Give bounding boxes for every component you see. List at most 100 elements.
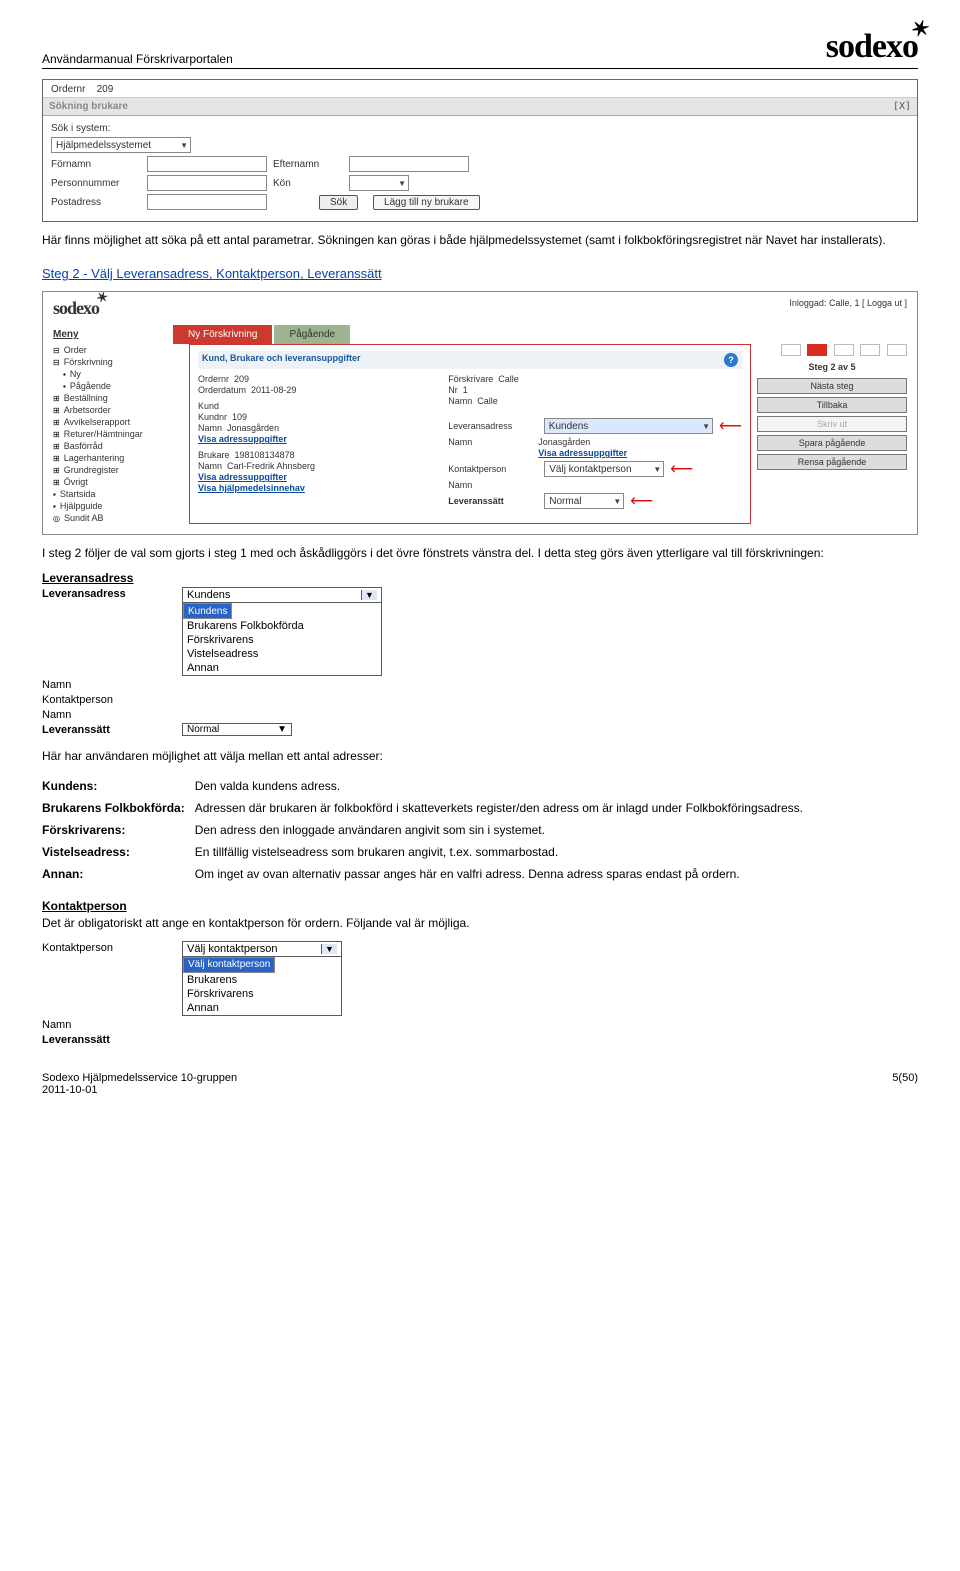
menu-arbetsorder[interactable]: Arbetsorder <box>53 404 183 416</box>
screenshot-search-brukare: Ordernr 209 Sökning brukare [X] Sök i sy… <box>42 79 918 222</box>
menu-returer[interactable]: Returer/Hämtningar <box>53 428 183 440</box>
menu-pagaende[interactable]: Pågående <box>63 380 183 392</box>
menu-sundit[interactable]: Sundit AB <box>53 512 183 524</box>
menu-basforrad[interactable]: Basförråd <box>53 440 183 452</box>
mini-logo: sodexo✶ <box>53 298 99 319</box>
def-val: Om inget av ovan alternativ passar anges… <box>195 863 813 885</box>
tab-ny-forskrivning[interactable]: Ny Förskrivning <box>173 325 272 344</box>
dd1-namn-label: Namn <box>42 678 182 691</box>
skriv-ut-button[interactable]: Skriv ut <box>757 416 907 432</box>
dd1-lev-label: Leveransadress <box>42 588 126 600</box>
fornamn-input[interactable] <box>147 156 267 172</box>
document-header: Användarmanual Förskrivarportalen sodexo… <box>42 28 918 69</box>
visa-adress-link-2[interactable]: Visa adressuppgifter <box>198 472 287 482</box>
step2-heading-link[interactable]: Steg 2 - Välj Leveransadress, Kontaktper… <box>42 266 382 281</box>
arrow-icon: ⟵ <box>719 416 742 436</box>
footer-page-number: 5(50) <box>892 1072 918 1096</box>
menu-hjalpguide[interactable]: Hjälpguide <box>53 500 183 512</box>
personnummer-label: Personnummer <box>51 178 141 189</box>
def-key: Vistelseadress: <box>42 841 195 863</box>
menu-bestalling[interactable]: Beställning <box>53 392 183 404</box>
screenshot-step2: sodexo✶ Inloggad: Calle, 1 [ Logga ut ] … <box>42 291 918 535</box>
paragraph-1: Här finns möjlighet att söka på ett anta… <box>42 232 918 248</box>
menu-ny[interactable]: Ny <box>63 368 183 380</box>
menu-header: Meny <box>53 329 173 340</box>
dd1-kp-label: Kontaktperson <box>42 693 182 706</box>
leveranssatt-select[interactable]: Normal▼ <box>544 493 624 509</box>
visa-hjalpmedel-link[interactable]: Visa hjälpmedelsinnehav <box>198 483 305 493</box>
kon-label: Kön <box>273 178 343 189</box>
arrow-icon: ⟵ <box>630 491 653 511</box>
paragraph-3: Här har användaren möjlighet att välja m… <box>42 748 918 764</box>
flag-icon <box>807 344 827 356</box>
dd1-option[interactable]: Vistelseadress <box>183 647 381 661</box>
system-select[interactable]: Hjälpmedelssystemet▼ <box>51 137 191 153</box>
def-val: En tillfällig vistelseadress som brukare… <box>195 841 813 863</box>
dd2-list: Välj kontaktperson Brukarens Förskrivare… <box>182 956 342 1016</box>
dd2-option[interactable]: Annan <box>183 1001 341 1015</box>
menu-forskrivning[interactable]: Förskrivning <box>53 356 183 368</box>
dd1-option[interactable]: Förskrivarens <box>183 633 381 647</box>
menu-grundregister[interactable]: Grundregister <box>53 464 183 476</box>
dd2-option[interactable]: Brukarens <box>183 973 341 987</box>
menu-lagerhantering[interactable]: Lagerhantering <box>53 452 183 464</box>
footer-left-1: Sodexo Hjälpmedelsservice 10-gruppen <box>42 1072 237 1084</box>
menu-order[interactable]: Order <box>53 344 183 356</box>
postadress-input[interactable] <box>147 194 267 210</box>
kon-select[interactable]: ▼ <box>349 175 409 191</box>
right-panel: Steg 2 av 5 Nästa steg Tillbaka Skriv ut… <box>757 344 907 524</box>
menu-ovrigt[interactable]: Övrigt <box>53 476 183 488</box>
flag-icon <box>781 344 801 356</box>
add-brukare-button[interactable]: Lägg till ny brukare <box>373 195 480 210</box>
kontaktperson-select[interactable]: Välj kontaktperson▼ <box>544 461 664 477</box>
def-key: Brukarens Folkbokförda: <box>42 797 195 819</box>
personnummer-input[interactable] <box>147 175 267 191</box>
search-panel-title: Sökning brukare <box>49 101 128 112</box>
screenshot-leveransadress-dropdown: Leveransadress Kundens▼ Kundens Brukaren… <box>42 587 918 736</box>
dd1-option[interactable]: Brukarens Folkbokförda <box>183 619 381 633</box>
nasta-steg-button[interactable]: Nästa steg <box>757 378 907 394</box>
help-icon[interactable]: ? <box>724 353 738 367</box>
dd2-select[interactable]: Välj kontaktperson▼ <box>182 941 342 957</box>
def-key: Kundens: <box>42 775 195 797</box>
dd2-ls-label: Leveranssätt <box>42 1034 110 1046</box>
footer-left-2: 2011-10-01 <box>42 1084 237 1096</box>
close-button[interactable]: [X] <box>893 101 911 112</box>
dd1-namn2-label: Namn <box>42 708 182 721</box>
spara-button[interactable]: Spara pågående <box>757 435 907 451</box>
definitions-table: Kundens:Den valda kundens adress. Brukar… <box>42 775 813 885</box>
def-key: Annan: <box>42 863 195 885</box>
logo: sodexo ✶ <box>826 28 918 66</box>
dd2-namn-label: Namn <box>42 1018 182 1031</box>
dd1-option[interactable]: Annan <box>183 661 381 675</box>
flag-icon <box>834 344 854 356</box>
sok-button[interactable]: Sök <box>319 195 358 210</box>
def-key: Förskrivarens: <box>42 819 195 841</box>
paragraph-4: Det är obligatoriskt att ange en kontakt… <box>42 915 918 931</box>
paragraph-2: I steg 2 följer de val som gjorts i steg… <box>42 545 918 561</box>
dd2-option[interactable]: Välj kontaktperson <box>183 957 275 973</box>
menu-avvikelserapport[interactable]: Avvikelserapport <box>53 416 183 428</box>
section-kontaktperson: Kontaktperson <box>42 899 918 913</box>
efternamn-input[interactable] <box>349 156 469 172</box>
chevron-down-icon: ▼ <box>361 590 377 600</box>
dd1-ls-select[interactable]: Normal▼ <box>182 723 292 736</box>
dd1-list: Kundens Brukarens Folkbokförda Förskriva… <box>182 602 382 676</box>
menu-startsida[interactable]: Startsida <box>53 488 183 500</box>
dd1-select[interactable]: Kundens▼ <box>182 587 382 603</box>
visa-adress-link-3[interactable]: Visa adressuppgifter <box>538 448 627 458</box>
tab-pagaende[interactable]: Pågående <box>274 325 350 344</box>
postadress-label: Postadress <box>51 197 141 208</box>
dd1-option[interactable]: Kundens <box>183 603 232 619</box>
chevron-down-icon: ▼ <box>321 944 337 954</box>
rensa-button[interactable]: Rensa pågående <box>757 454 907 470</box>
visa-adress-link-1[interactable]: Visa adressuppgifter <box>198 434 287 444</box>
panel-title: Kund, Brukare och leveransuppgifter <box>202 353 361 367</box>
step-indicator: Steg 2 av 5 <box>757 362 907 372</box>
section-leveransadress: Leveransadress <box>42 571 918 585</box>
def-val: Adressen där brukaren är folkbokförd i s… <box>195 797 813 819</box>
dd2-option[interactable]: Förskrivarens <box>183 987 341 1001</box>
leveransadress-select[interactable]: Kundens▼ <box>544 418 713 434</box>
fornamn-label: Förnamn <box>51 159 141 170</box>
tillbaka-button[interactable]: Tillbaka <box>757 397 907 413</box>
